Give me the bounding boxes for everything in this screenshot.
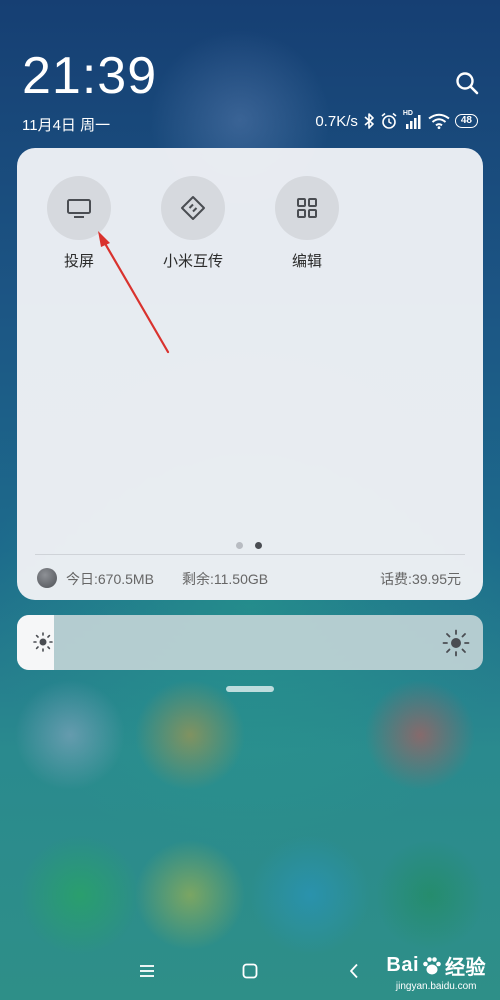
home-icon (242, 963, 258, 979)
data-usage-row[interactable]: 今日:670.5MB 剩余:11.50GB 话费:39.95元 (37, 568, 461, 590)
tile-mi-share-circle (161, 176, 225, 240)
brightness-slider[interactable] (17, 615, 483, 670)
status-icons: 0.7K/s HD 48 (315, 110, 478, 130)
data-used-today: 今日:670.5MB (66, 571, 154, 587)
page-dot-1[interactable] (236, 542, 243, 549)
wifi-icon (428, 113, 450, 129)
tile-edit-circle (275, 176, 339, 240)
network-speed: 0.7K/s (315, 112, 358, 130)
signal-bars-icon (405, 115, 421, 129)
brightness-high-icon (442, 629, 470, 657)
clock-time: 21:39 (22, 47, 158, 105)
clock-date: 11月4日 周一 (22, 117, 111, 134)
tile-cast-screen-circle (47, 176, 111, 240)
tile-cast-screen-label: 投屏 (63, 253, 94, 270)
menu-button[interactable] (134, 958, 160, 984)
grid-edit-icon (297, 198, 317, 218)
mi-share-icon (181, 196, 205, 220)
back-icon (350, 963, 358, 979)
baidu-watermark: Bai 经验 jingyan.baidu.com (386, 951, 486, 992)
back-button[interactable] (341, 958, 367, 984)
tile-cast-screen[interactable]: 投屏 (29, 176, 129, 271)
watermark-url: jingyan.baidu.com (395, 981, 477, 992)
tile-edit[interactable]: 编辑 (257, 176, 357, 271)
baidu-logo-right: 经验 (445, 957, 486, 979)
baidu-logo-left: Bai (386, 954, 419, 976)
phone-balance: 话费:39.95元 (380, 571, 461, 587)
control-center-panel: 投屏 小米互传 编辑 今日:670.5MB 剩余:11.50GB 话费:39.9… (17, 148, 483, 600)
tile-edit-label: 编辑 (291, 253, 322, 270)
menu-icon (140, 965, 154, 977)
page-dot-2[interactable] (255, 542, 262, 549)
collapse-handle[interactable] (226, 686, 274, 692)
page-indicator[interactable] (236, 542, 262, 549)
signal-hd: HD (403, 110, 423, 130)
alarm-icon (381, 112, 397, 129)
home-button[interactable] (237, 958, 263, 984)
search-icon (456, 72, 479, 95)
data-remaining: 剩余:11.50GB (182, 571, 269, 587)
search-button[interactable] (454, 70, 480, 96)
bluetooth-icon (364, 113, 374, 129)
battery-indicator: 48 (454, 114, 478, 128)
tile-mi-share[interactable]: 小米互传 (143, 176, 243, 271)
baidu-logo: Bai 经验 (386, 951, 486, 980)
data-usage-icon (37, 568, 57, 588)
cast-screen-icon (67, 199, 91, 218)
paw-icon (423, 956, 441, 974)
brightness-low-icon (33, 632, 53, 652)
tile-mi-share-label: 小米互传 (162, 253, 223, 270)
navigation-bar: Bai 经验 jingyan.baidu.com (0, 940, 500, 1000)
panel-divider (35, 554, 465, 555)
